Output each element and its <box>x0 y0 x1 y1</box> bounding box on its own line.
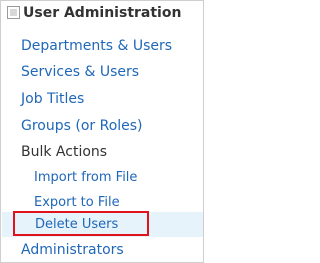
user-admin-sidebar: User Administration Departments & Users … <box>0 0 204 263</box>
nav-section-bulk-actions: Bulk Actions <box>21 144 108 160</box>
nav-item-delete-users[interactable]: Delete Users <box>35 216 118 233</box>
nav-item-groups-roles[interactable]: Groups (or Roles) <box>21 117 143 135</box>
nav-item-export-to-file[interactable]: Export to File <box>34 194 120 211</box>
nav-item-services-users[interactable]: Services & Users <box>21 63 139 81</box>
sidebar-title: User Administration <box>23 5 182 21</box>
nav-item-departments-users[interactable]: Departments & Users <box>21 37 172 55</box>
nav-item-import-from-file[interactable]: Import from File <box>34 169 137 186</box>
checkbox-square-icon <box>7 6 20 19</box>
nav-item-administrators[interactable]: Administrators <box>21 241 124 259</box>
nav-item-job-titles[interactable]: Job Titles <box>21 90 84 108</box>
